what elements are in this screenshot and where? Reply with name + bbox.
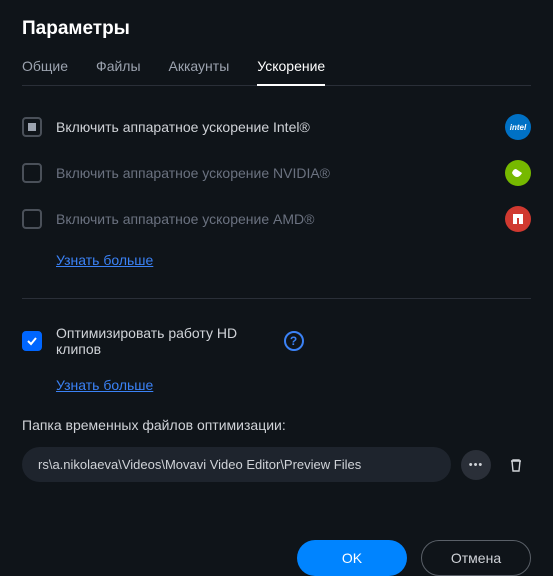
row-nvidia: Включить аппаратное ускорение NVIDIA®	[22, 160, 531, 186]
link-accel-learn-more[interactable]: Узнать больше	[56, 252, 153, 268]
help-icon[interactable]: ?	[284, 331, 304, 351]
row-intel: Включить аппаратное ускорение Intel® int…	[22, 114, 531, 140]
checkbox-amd[interactable]	[22, 209, 42, 229]
row-amd: Включить аппаратное ускорение AMD®	[22, 206, 531, 232]
amd-icon	[505, 206, 531, 232]
link-hd-learn-more[interactable]: Узнать больше	[56, 377, 153, 393]
trash-icon	[508, 457, 524, 473]
label-hd: Оптимизировать работу HD клипов	[56, 325, 270, 357]
tab-acceleration[interactable]: Ускорение	[257, 58, 325, 86]
path-row: •••	[22, 447, 531, 482]
label-nvidia: Включить аппаратное ускорение NVIDIA®	[56, 165, 491, 181]
ok-button[interactable]: OK	[297, 540, 407, 576]
path-input[interactable]	[22, 447, 451, 482]
label-intel: Включить аппаратное ускорение Intel®	[56, 119, 491, 135]
tab-files[interactable]: Файлы	[96, 58, 140, 85]
nvidia-icon	[505, 160, 531, 186]
delete-button[interactable]	[501, 450, 531, 480]
checkbox-hd[interactable]	[22, 331, 42, 351]
dots-icon: •••	[469, 459, 484, 471]
tabs: Общие Файлы Аккаунты Ускорение	[22, 58, 531, 86]
intel-icon: intel	[505, 114, 531, 140]
checkbox-intel[interactable]	[22, 117, 42, 137]
dialog-title: Параметры	[22, 18, 531, 40]
footer: OK Отмена	[22, 540, 531, 576]
divider	[22, 298, 531, 299]
tab-general[interactable]: Общие	[22, 58, 68, 85]
row-hd-optimize: Оптимизировать работу HD клипов ?	[22, 325, 531, 357]
checkbox-nvidia[interactable]	[22, 163, 42, 183]
browse-button[interactable]: •••	[461, 450, 491, 480]
tab-accounts[interactable]: Аккаунты	[169, 58, 230, 85]
label-amd: Включить аппаратное ускорение AMD®	[56, 211, 491, 227]
folder-label: Папка временных файлов оптимизации:	[22, 417, 531, 433]
cancel-button[interactable]: Отмена	[421, 540, 531, 576]
